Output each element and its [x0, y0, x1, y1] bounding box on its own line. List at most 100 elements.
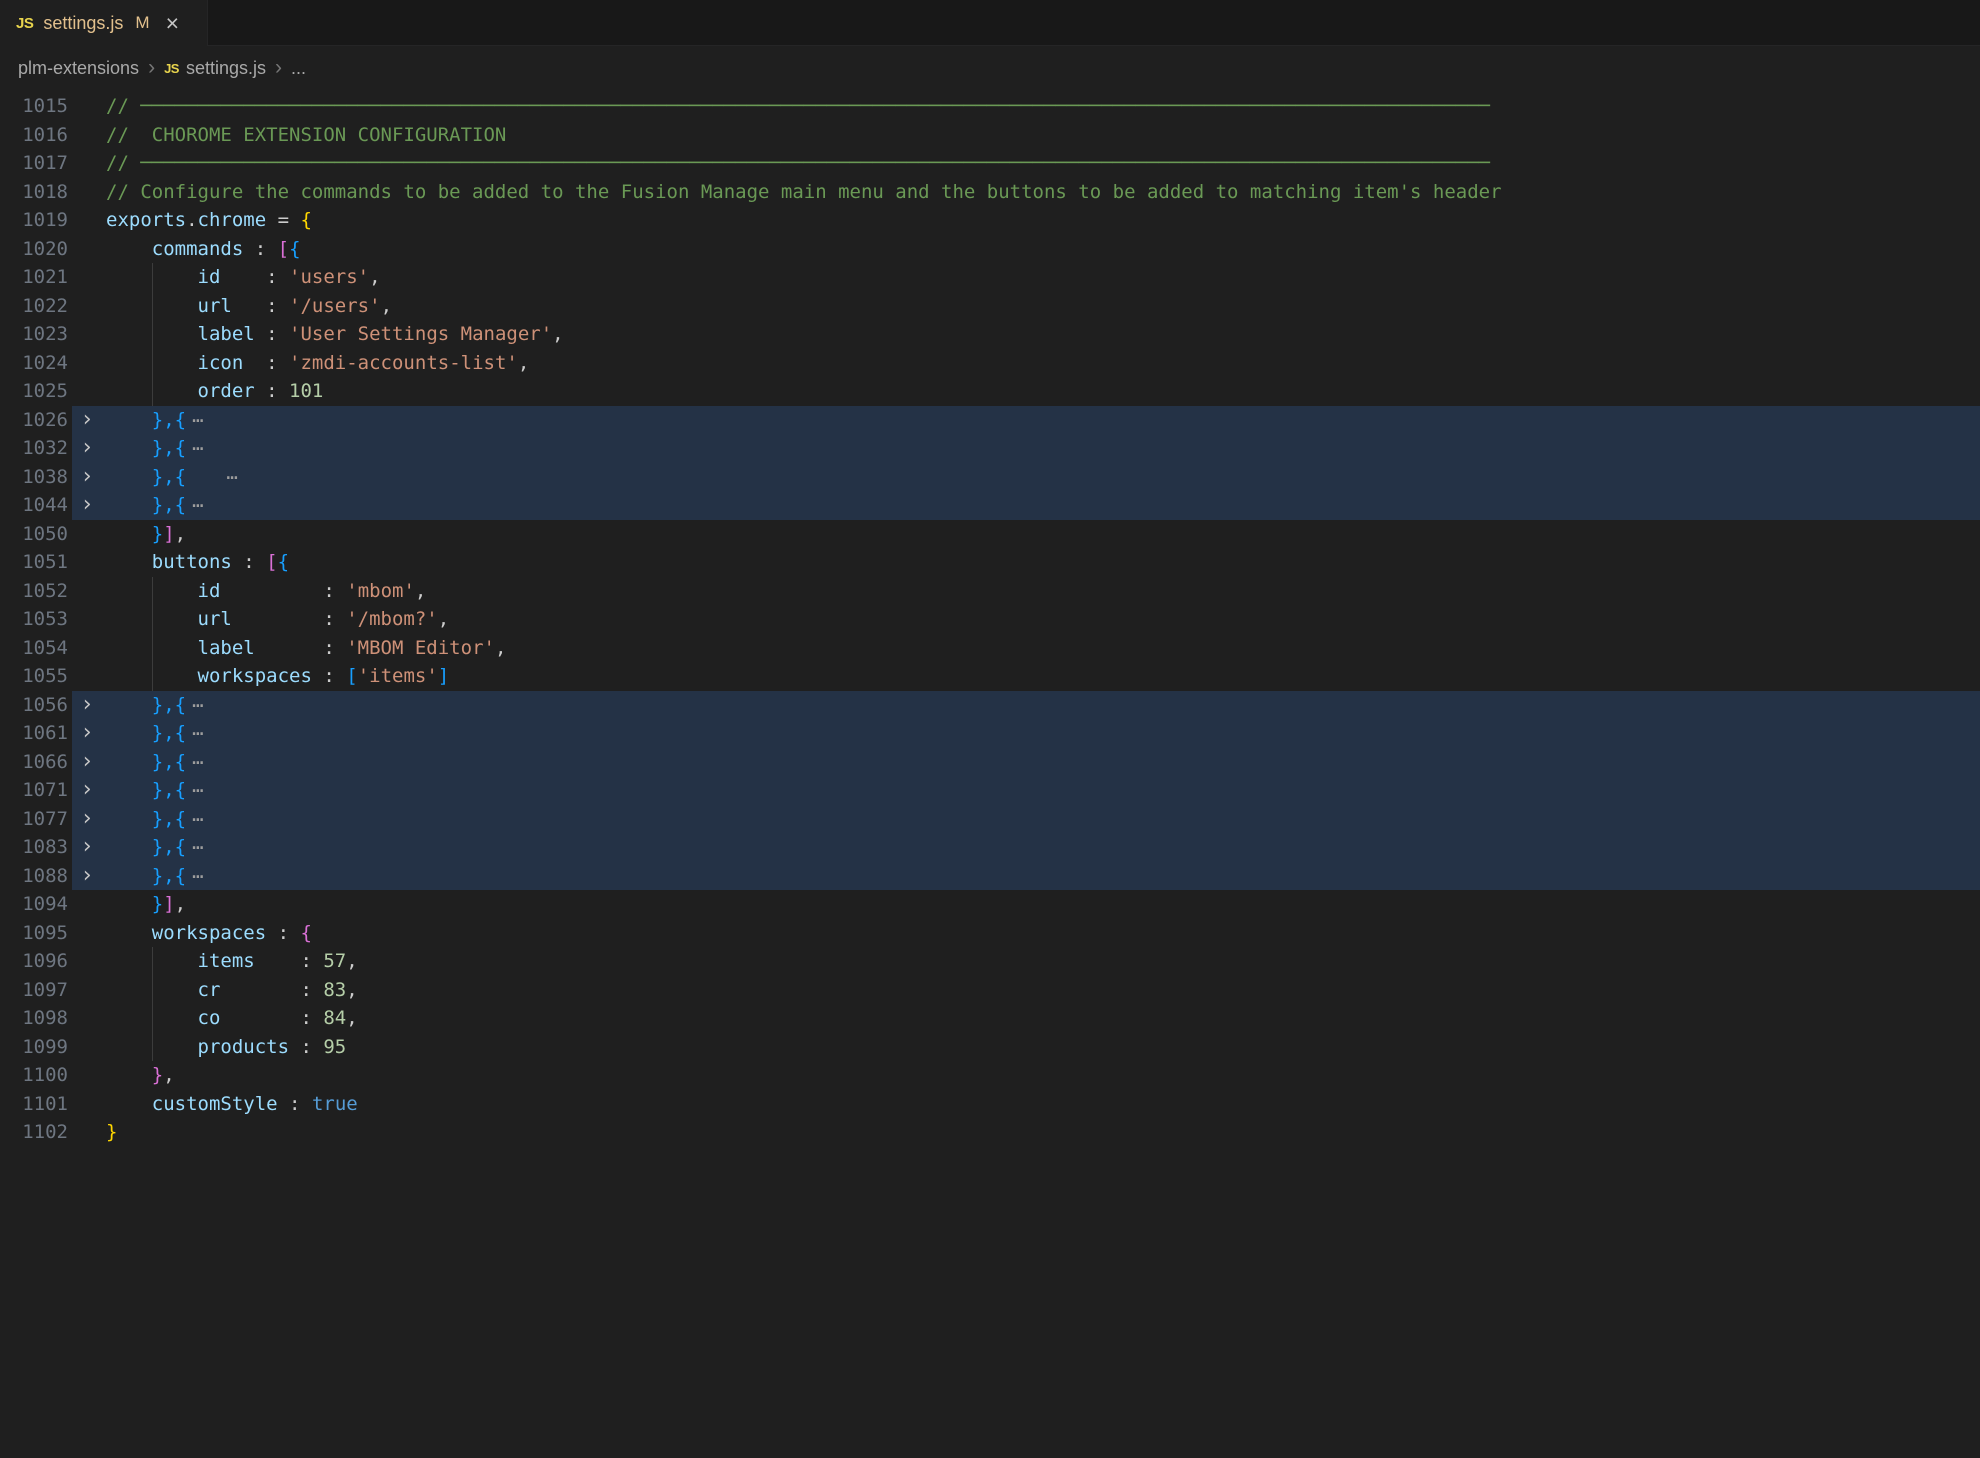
- code-token: :: [255, 950, 324, 972]
- code-token: }: [152, 1064, 163, 1086]
- code-line[interactable]: 1023 label : 'User Settings Manager',: [0, 320, 1980, 349]
- code-line[interactable]: 1032› },{…: [0, 434, 1980, 463]
- code-token: },{: [152, 836, 186, 858]
- code-line[interactable]: 1097 cr : 83,: [0, 976, 1980, 1005]
- code-line[interactable]: 1095 workspaces : {: [0, 919, 1980, 948]
- code-line[interactable]: 1021 id : 'users',: [0, 263, 1980, 292]
- code-token: =: [266, 209, 300, 231]
- code-line[interactable]: 1019exports.chrome = {: [0, 206, 1980, 235]
- code-line[interactable]: 1024 icon : 'zmdi-accounts-list',: [0, 349, 1980, 378]
- code-line[interactable]: 1100 },: [0, 1061, 1980, 1090]
- code-token: // CHOROME EXTENSION CONFIGURATION: [106, 124, 506, 146]
- fold-gutter-spacer: [68, 520, 106, 549]
- line-number: 1056: [0, 691, 68, 720]
- line-number: 1054: [0, 634, 68, 663]
- code-line[interactable]: 1101 customStyle : true: [0, 1090, 1980, 1119]
- code-token: },{: [152, 466, 186, 488]
- folded-code-ellipsis: …: [192, 718, 204, 740]
- line-number: 1044: [0, 491, 68, 520]
- code-line[interactable]: 1098 co : 84,: [0, 1004, 1980, 1033]
- code-line[interactable]: 1051 buttons : [{: [0, 548, 1980, 577]
- code-token: [106, 979, 198, 1001]
- code-editor[interactable]: 1015// ─────────────────────────────────…: [0, 90, 1980, 1458]
- close-tab-icon[interactable]: ×: [166, 12, 179, 35]
- code-line[interactable]: 1096 items : 57,: [0, 947, 1980, 976]
- fold-chevron-icon[interactable]: ›: [68, 833, 106, 862]
- fold-chevron-icon[interactable]: ›: [68, 691, 106, 720]
- code-line[interactable]: 1022 url : '/users',: [0, 292, 1980, 321]
- fold-chevron-icon[interactable]: ›: [68, 406, 106, 435]
- fold-chevron-icon[interactable]: ›: [68, 434, 106, 463]
- code-line[interactable]: 1094 }],: [0, 890, 1980, 919]
- fold-gutter-spacer: [68, 377, 106, 406]
- code-token: cr: [198, 979, 221, 1001]
- code-token: [106, 751, 152, 773]
- code-line[interactable]: 1061› },{…: [0, 719, 1980, 748]
- code-token: :: [243, 238, 277, 260]
- code-line[interactable]: 1102}: [0, 1118, 1980, 1147]
- code-content: cr : 83,: [106, 976, 1980, 1005]
- code-content: items : 57,: [106, 947, 1980, 976]
- code-line[interactable]: 1055 workspaces : ['items']: [0, 662, 1980, 691]
- folded-code-ellipsis: …: [192, 433, 204, 455]
- code-token: [106, 694, 152, 716]
- code-line[interactable]: 1017// ─────────────────────────────────…: [0, 149, 1980, 178]
- code-line[interactable]: 1015// ─────────────────────────────────…: [0, 92, 1980, 121]
- tab-settings-js[interactable]: JS settings.js M ×: [0, 0, 208, 46]
- code-token: [106, 352, 198, 374]
- code-line[interactable]: 1025 order : 101: [0, 377, 1980, 406]
- tab-bar: JS settings.js M ×: [0, 0, 1980, 46]
- code-line[interactable]: 1083› },{…: [0, 833, 1980, 862]
- code-token: :: [220, 979, 323, 1001]
- code-line[interactable]: 1050 }],: [0, 520, 1980, 549]
- folded-code-ellipsis: …: [192, 775, 204, 797]
- code-line[interactable]: 1044› },{…: [0, 491, 1980, 520]
- code-line[interactable]: 1018// Configure the commands to be adde…: [0, 178, 1980, 207]
- code-token: }: [152, 893, 163, 915]
- code-token: [106, 466, 152, 488]
- code-line[interactable]: 1056› },{…: [0, 691, 1980, 720]
- breadcrumb-item-folder[interactable]: plm-extensions: [18, 58, 139, 79]
- code-token: order: [198, 380, 255, 402]
- code-token: [106, 238, 152, 260]
- code-token: 'mbom': [346, 580, 415, 602]
- fold-chevron-icon[interactable]: ›: [68, 776, 106, 805]
- breadcrumb-item-more[interactable]: ...: [291, 58, 306, 79]
- code-token: :: [220, 266, 289, 288]
- fold-chevron-icon[interactable]: ›: [68, 748, 106, 777]
- code-line[interactable]: 1071› },{…: [0, 776, 1980, 805]
- code-line[interactable]: 1038› },{ …: [0, 463, 1980, 492]
- line-number: 1032: [0, 434, 68, 463]
- code-token: [106, 779, 152, 801]
- code-content: // ─────────────────────────────────────…: [106, 92, 1980, 121]
- code-line[interactable]: 1053 url : '/mbom?',: [0, 605, 1980, 634]
- breadcrumb-item-file[interactable]: settings.js: [186, 58, 266, 79]
- code-line[interactable]: 1077› },{…: [0, 805, 1980, 834]
- fold-chevron-icon[interactable]: ›: [68, 463, 106, 492]
- code-line[interactable]: 1052 id : 'mbom',: [0, 577, 1980, 606]
- code-content: commands : [{: [106, 235, 1980, 264]
- fold-chevron-icon[interactable]: ›: [68, 862, 106, 891]
- code-line[interactable]: 1054 label : 'MBOM Editor',: [0, 634, 1980, 663]
- code-content: },{ …: [106, 463, 1980, 492]
- code-line[interactable]: 1088› },{…: [0, 862, 1980, 891]
- code-token: 84: [323, 1007, 346, 1029]
- code-token: id: [198, 266, 221, 288]
- code-content: id : 'mbom',: [106, 577, 1980, 606]
- code-line[interactable]: 1066› },{…: [0, 748, 1980, 777]
- fold-chevron-icon[interactable]: ›: [68, 719, 106, 748]
- code-token: ,: [518, 352, 529, 374]
- code-line[interactable]: 1026› },{…: [0, 406, 1980, 435]
- code-token: buttons: [152, 551, 232, 573]
- code-token: label: [198, 323, 255, 345]
- code-line[interactable]: 1016// CHOROME EXTENSION CONFIGURATION: [0, 121, 1980, 150]
- code-token: [: [346, 665, 357, 687]
- code-line[interactable]: 1099 products : 95: [0, 1033, 1980, 1062]
- code-token: :: [220, 1007, 323, 1029]
- code-line[interactable]: 1020 commands : [{: [0, 235, 1980, 264]
- fold-chevron-icon[interactable]: ›: [68, 491, 106, 520]
- folded-code-ellipsis: …: [192, 747, 204, 769]
- fold-chevron-icon[interactable]: ›: [68, 805, 106, 834]
- fold-gutter-spacer: [68, 947, 106, 976]
- code-token: },{: [152, 779, 186, 801]
